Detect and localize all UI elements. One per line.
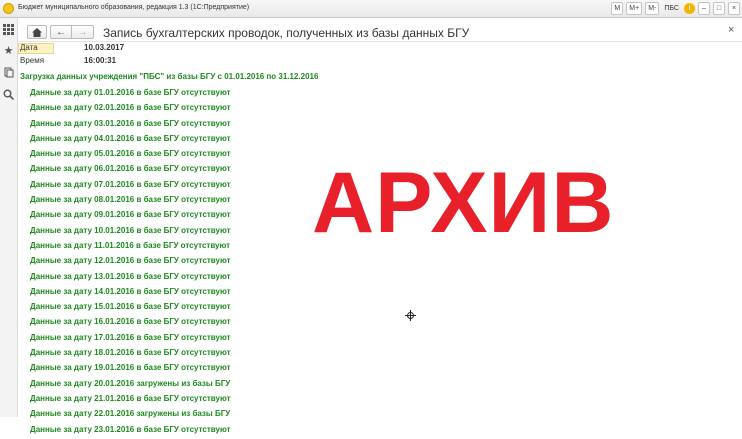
log-item: Данные за дату 22.01.2016 загружены из б…	[30, 409, 231, 419]
archive-overlay-text: АРХИВ	[312, 155, 615, 251]
time-value: 16:00:31	[84, 56, 117, 65]
memory-minus-button[interactable]: M-	[645, 2, 660, 15]
log-item: Данные за дату 10.01.2016 в базе БГУ отс…	[30, 225, 231, 235]
log-item: Данные за дату 19.01.2016 в базе БГУ отс…	[30, 363, 231, 373]
history-icon[interactable]	[2, 66, 15, 79]
log-item: Данные за дату 17.01.2016 в базе БГУ отс…	[30, 332, 231, 342]
log-item: Данные за дату 20.01.2016 загружены из б…	[30, 378, 231, 388]
window-titlebar: Бюджет муниципального образования, редак…	[0, 0, 742, 18]
search-icon[interactable]	[2, 88, 15, 101]
log-list: Данные за дату 01.01.2016 в базе БГУ отс…	[30, 87, 231, 439]
log-item: Данные за дату 09.01.2016 в базе БГУ отс…	[30, 210, 231, 220]
memory-plus-button[interactable]: M+	[626, 2, 643, 15]
home-button[interactable]	[27, 25, 47, 39]
log-item: Данные за дату 12.01.2016 в базе БГУ отс…	[30, 256, 231, 266]
forward-button[interactable]: →	[72, 25, 94, 39]
log-item: Данные за дату 16.01.2016 в базе БГУ отс…	[30, 317, 231, 327]
minimize-button[interactable]: –	[698, 2, 710, 15]
left-sidebar: ★	[0, 18, 18, 417]
titlebar-controls: M M+ M- ПБС i – □ ×	[611, 1, 740, 16]
log-item: Данные за дату 08.01.2016 в базе БГУ отс…	[30, 195, 231, 205]
header-divider	[18, 41, 742, 42]
time-row: Время 16:00:31	[18, 56, 118, 67]
form-navigation: ← →	[27, 25, 94, 39]
time-label: Время	[20, 56, 45, 65]
date-value: 10.03.2017	[84, 43, 125, 52]
close-form-icon[interactable]: ×	[728, 24, 734, 36]
date-row: Дата 10.03.2017	[18, 43, 124, 54]
window-title: Бюджет муниципального образования, редак…	[18, 4, 250, 11]
log-item: Данные за дату 14.01.2016 в базе БГУ отс…	[30, 286, 231, 296]
mouse-cursor-icon	[405, 310, 416, 324]
log-item: Данные за дату 23.01.2016 в базе БГУ отс…	[30, 424, 231, 434]
app-logo-icon	[3, 3, 14, 14]
log-item: Данные за дату 06.01.2016 в базе БГУ отс…	[30, 164, 231, 174]
close-window-button[interactable]: ×	[728, 2, 740, 15]
log-item: Данные за дату 07.01.2016 в базе БГУ отс…	[30, 179, 231, 189]
date-label: Дата	[20, 43, 38, 52]
log-item: Данные за дату 18.01.2016 в базе БГУ отс…	[30, 348, 231, 358]
log-item: Данные за дату 03.01.2016 в базе БГУ отс…	[30, 118, 231, 128]
current-user[interactable]: ПБС	[662, 5, 681, 12]
apps-grid-icon[interactable]	[2, 23, 15, 36]
log-item: Данные за дату 13.01.2016 в базе БГУ отс…	[30, 271, 231, 281]
arrow-left-icon: ←	[56, 26, 66, 38]
home-icon	[32, 27, 42, 37]
arrow-right-icon: →	[77, 26, 88, 38]
info-icon[interactable]: i	[684, 3, 695, 14]
memory-button[interactable]: M	[611, 2, 624, 15]
log-item: Данные за дату 15.01.2016 в базе БГУ отс…	[30, 302, 231, 312]
log-item: Данные за дату 02.01.2016 в базе БГУ отс…	[30, 103, 231, 113]
log-item: Данные за дату 05.01.2016 в базе БГУ отс…	[30, 149, 231, 159]
log-item: Данные за дату 21.01.2016 в базе БГУ отс…	[30, 393, 231, 403]
back-button[interactable]: ←	[50, 25, 72, 39]
log-item: Данные за дату 01.01.2016 в базе БГУ отс…	[30, 88, 231, 97]
log-item: Данные за дату 11.01.2016 в базе БГУ отс…	[30, 240, 231, 250]
log-header: Загрузка данных учреждения "ПБС" из базы…	[20, 72, 319, 81]
log-item: Данные за дату 04.01.2016 в базе БГУ отс…	[30, 133, 231, 143]
favorites-star-icon[interactable]: ★	[2, 44, 15, 57]
form-title: Запись бухгалтерских проводок, полученны…	[103, 26, 470, 40]
maximize-button[interactable]: □	[713, 2, 725, 15]
